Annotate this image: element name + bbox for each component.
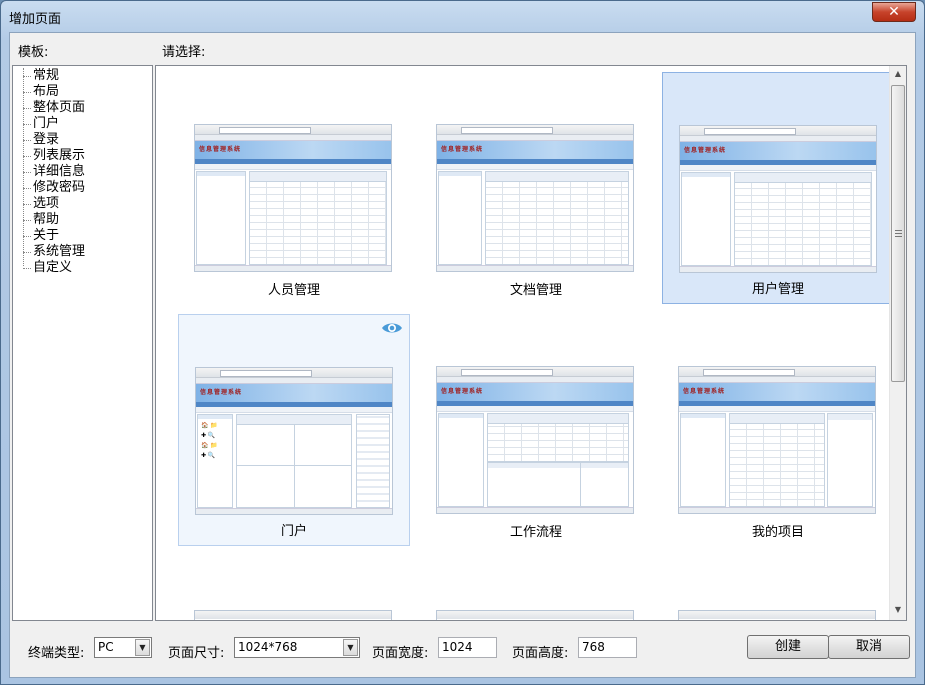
page-size-select[interactable]: 1024*768 ▼ (234, 637, 360, 658)
tree-item-about[interactable]: 关于 (13, 228, 152, 244)
template-thumbnail: 信息管理系统 (678, 366, 876, 514)
tree-item-login[interactable]: 登录 (13, 132, 152, 148)
tree-item-portal[interactable]: 门户 (13, 116, 152, 132)
template-card-my-projects[interactable]: 信息管理系统 我的项目 (662, 314, 894, 546)
template-card-label: 工作流程 (509, 525, 562, 540)
tree-item-general[interactable]: 常规 (13, 68, 152, 84)
eye-icon[interactable] (381, 321, 403, 335)
template-card-label: 文档管理 (509, 283, 562, 298)
thumbnail-banner-text: 信息管理系统 (200, 389, 243, 396)
device-type-select[interactable]: PC ▼ (94, 637, 152, 658)
chevron-down-icon[interactable]: ▼ (343, 639, 358, 656)
page-width-label: 页面宽度: (372, 646, 429, 661)
page-width-field[interactable]: 1024 (438, 637, 497, 658)
tree-item-custom[interactable]: 自定义 (13, 260, 152, 276)
window-title: 增加页面 (9, 12, 62, 27)
page-height-field[interactable]: 768 (578, 637, 637, 658)
scroll-down-arrow-icon[interactable]: ▼ (893, 605, 903, 617)
chevron-down-icon[interactable]: ▼ (135, 639, 150, 656)
page-size-label: 页面尺寸: (168, 646, 225, 661)
thumbnail-banner-text: 信息管理系统 (441, 146, 484, 153)
tree-item-system-admin[interactable]: 系统管理 (13, 244, 152, 260)
tree-item-list-display[interactable]: 列表展示 (13, 148, 152, 164)
tree-item-details[interactable]: 详细信息 (13, 164, 152, 180)
choose-label: 请选择: (162, 45, 206, 60)
template-card-label: 门户 (280, 524, 307, 539)
thumbnail-banner-text: 信息管理系统 (684, 147, 727, 154)
tree-item-options[interactable]: 选项 (13, 196, 152, 212)
template-gallery[interactable]: 信息管理系统 人员管理 信息管理系统 文档管理 信息管理系统 用户管理 信息管理… (155, 65, 907, 621)
thumbnail-banner-text: 信息管理系统 (199, 146, 242, 153)
template-card-portal[interactable]: 信息管理系统 门户 (178, 314, 410, 546)
close-button[interactable]: ✕ (872, 2, 916, 22)
page-height-label: 页面高度: (512, 646, 569, 661)
tree-item-change-password[interactable]: 修改密码 (13, 180, 152, 196)
grip-icon (895, 230, 902, 237)
templates-label: 模板: (18, 45, 49, 60)
template-thumbnail: 信息管理系统 (194, 124, 392, 272)
add-page-dialog: 增加页面 ✕ 模板: 请选择: 常规 布局 整体页面 门户 登录 列表展示 详细… (0, 0, 925, 685)
template-thumbnail: 信息管理系统 (436, 366, 634, 514)
template-card-users[interactable]: 信息管理系统 用户管理 (662, 72, 894, 304)
create-button[interactable]: 创建 (747, 635, 829, 659)
template-card-personnel[interactable]: 信息管理系统 人员管理 (178, 72, 410, 304)
page-size-value: 1024*768 (238, 640, 298, 654)
device-type-value: PC (98, 640, 114, 654)
dialog-body: 模板: 请选择: 常规 布局 整体页面 门户 登录 列表展示 详细信息 修改密码… (9, 32, 916, 678)
template-thumbnail: 信息管理系统 (679, 125, 877, 273)
tree-item-help[interactable]: 帮助 (13, 212, 152, 228)
template-card-partial[interactable] (194, 610, 392, 620)
vertical-scrollbar[interactable]: ▲ ▼ (889, 66, 906, 620)
device-type-label: 终端类型: (28, 646, 85, 661)
template-card-workflow[interactable]: 信息管理系统 工作流程 (420, 314, 652, 546)
tree-item-layout[interactable]: 布局 (13, 84, 152, 100)
template-card-label: 我的项目 (751, 525, 804, 540)
template-card-partial[interactable] (678, 610, 876, 620)
template-thumbnail: 信息管理系统 (436, 124, 634, 272)
cancel-button[interactable]: 取消 (828, 635, 910, 659)
scroll-up-arrow-icon[interactable]: ▲ (893, 69, 903, 81)
template-card-label: 人员管理 (267, 283, 320, 298)
thumbnail-banner-text: 信息管理系统 (441, 388, 484, 395)
template-thumbnail: 信息管理系统 (195, 367, 393, 515)
thumbnail-banner-text: 信息管理系统 (683, 388, 726, 395)
scrollbar-thumb[interactable] (891, 85, 905, 382)
page-settings-bar: 终端类型: PC ▼ 页面尺寸: 1024*768 ▼ 页面宽度: 1024 页… (10, 625, 915, 677)
template-card-documents[interactable]: 信息管理系统 文档管理 (420, 72, 652, 304)
template-card-partial[interactable] (436, 610, 634, 620)
tree-item-whole-page[interactable]: 整体页面 (13, 100, 152, 116)
title-bar[interactable]: 增加页面 ✕ (1, 1, 924, 31)
template-category-tree[interactable]: 常规 布局 整体页面 门户 登录 列表展示 详细信息 修改密码 选项 帮助 关于… (12, 65, 153, 621)
template-card-label: 用户管理 (751, 282, 804, 297)
